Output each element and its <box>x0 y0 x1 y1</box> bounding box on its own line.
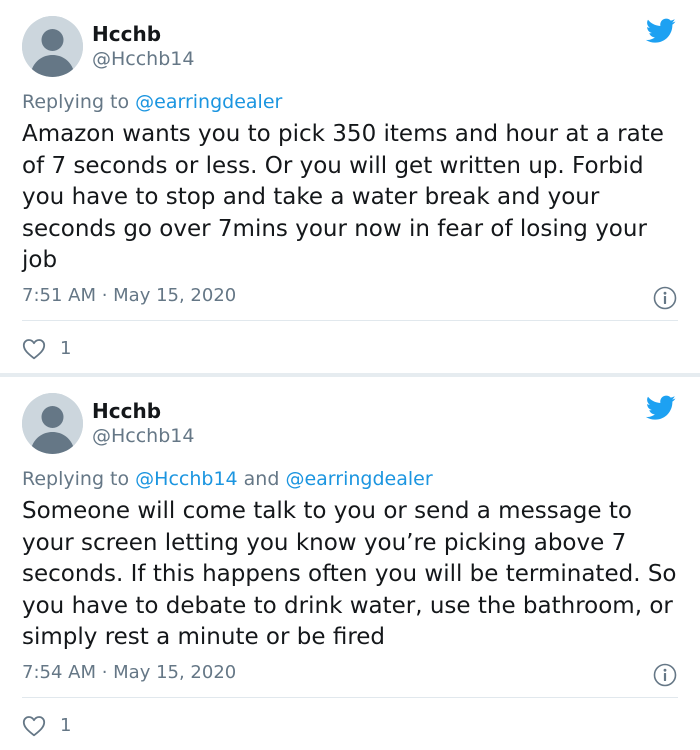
twitter-bird-icon[interactable] <box>645 395 676 421</box>
tweet-text: Amazon wants you to pick 350 items and h… <box>22 121 664 273</box>
tweet-timestamp[interactable]: 7:54 AM · May 15, 2020 <box>22 662 236 684</box>
mention-link[interactable]: @earringdealer <box>285 468 432 490</box>
tweet-card: Hcchb @Hcchb14 Replying to @earringdeale… <box>0 0 700 373</box>
mention-link[interactable]: @Hcchb14 <box>135 468 237 490</box>
author-handle[interactable]: @Hcchb14 <box>92 425 194 447</box>
tweet-card: Hcchb @Hcchb14 Replying to @Hcchb14 and … <box>0 377 700 750</box>
info-icon[interactable] <box>653 286 677 310</box>
like-button[interactable]: 1 <box>22 338 71 360</box>
info-icon[interactable] <box>653 663 677 687</box>
avatar[interactable] <box>22 393 83 454</box>
divider <box>22 697 678 698</box>
heart-icon <box>22 339 46 360</box>
tweet-timestamp[interactable]: 7:51 AM · May 15, 2020 <box>22 285 236 307</box>
mention-link[interactable]: @earringdealer <box>135 91 282 113</box>
replying-to: Replying to @earringdealer <box>22 91 282 113</box>
replying-to-connector: and <box>237 468 286 490</box>
author-name[interactable]: Hcchb <box>92 399 161 423</box>
twitter-bird-icon[interactable] <box>645 18 676 44</box>
divider <box>22 320 678 321</box>
tweet-text: Someone will come talk to you or send a … <box>22 498 677 650</box>
author-handle[interactable]: @Hcchb14 <box>92 48 194 70</box>
like-count: 1 <box>60 338 72 359</box>
like-button[interactable]: 1 <box>22 715 71 737</box>
like-count: 1 <box>60 715 72 736</box>
avatar[interactable] <box>22 16 83 77</box>
replying-to-label: Replying to <box>22 91 136 113</box>
replying-to-label: Replying to <box>22 468 136 490</box>
replying-to: Replying to @Hcchb14 and @earringdealer <box>22 468 433 490</box>
author-name[interactable]: Hcchb <box>92 22 161 46</box>
heart-icon <box>22 716 46 737</box>
